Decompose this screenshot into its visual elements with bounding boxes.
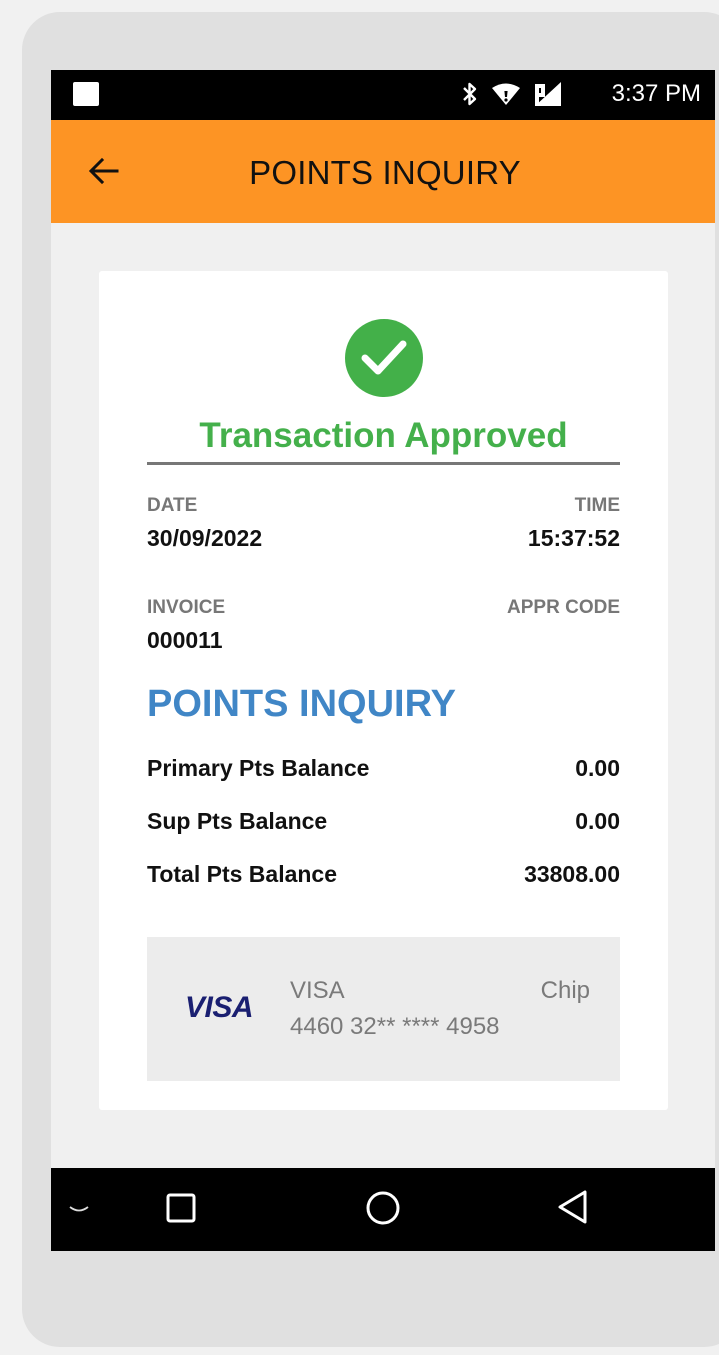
home-circle-icon[interactable]	[365, 1190, 401, 1226]
card-type: VISA	[290, 977, 345, 1004]
receipt-card: Transaction Approved DATE 30/09/2022 TIM…	[99, 271, 668, 1110]
check-circle-icon	[345, 319, 423, 397]
card-number: 4460 32** **** 4958	[290, 1013, 500, 1040]
page-title: POINTS INQUIRY	[249, 154, 521, 191]
balance-label: Primary Pts Balance	[147, 755, 370, 781]
time-label: TIME	[574, 495, 620, 516]
notification-square-icon	[73, 82, 99, 106]
content-area: Transaction Approved DATE 30/09/2022 TIM…	[51, 223, 715, 1168]
back-triangle-icon[interactable]	[556, 1188, 590, 1226]
balance-row-total: Total Pts Balance 33808.00	[147, 861, 620, 891]
navigation-bar	[51, 1168, 715, 1251]
time-value: 15:37:52	[527, 525, 620, 551]
device-screen: 3:37 PM POINTS INQUIRY Transaction Appro…	[51, 70, 715, 1251]
card-entry-mode: Chip	[540, 977, 590, 1004]
bluetooth-icon	[463, 82, 477, 106]
balance-value: 0.00	[575, 808, 620, 834]
signal-icon	[535, 82, 561, 106]
card-info-box: VISA VISA Chip 4460 32** **** 4958	[147, 937, 620, 1081]
section-title: POINTS INQUIRY	[147, 683, 456, 725]
transaction-status: Transaction Approved	[199, 416, 568, 455]
invoice-value: 000011	[147, 627, 223, 653]
keyboard-hide-icon[interactable]	[68, 1204, 90, 1216]
recents-square-icon[interactable]	[165, 1192, 197, 1224]
status-time: 3:37 PM	[611, 80, 701, 107]
invoice-label: INVOICE	[147, 597, 226, 618]
visa-logo: VISA	[185, 991, 254, 1024]
status-divider	[147, 462, 620, 465]
status-bar: 3:37 PM	[51, 70, 715, 120]
balance-label: Sup Pts Balance	[147, 808, 328, 834]
appr-code-label: APPR CODE	[507, 597, 620, 618]
date-label: DATE	[147, 495, 198, 516]
balance-label: Total Pts Balance	[147, 861, 338, 887]
status-icons	[461, 81, 563, 107]
balance-value: 33808.00	[524, 861, 620, 887]
date-value: 30/09/2022	[147, 525, 263, 551]
balance-value: 0.00	[575, 755, 620, 781]
wifi-icon	[492, 83, 520, 105]
balance-row-sup: Sup Pts Balance 0.00	[147, 808, 620, 838]
app-bar: POINTS INQUIRY	[51, 120, 715, 223]
balance-row-primary: Primary Pts Balance 0.00	[147, 755, 620, 785]
